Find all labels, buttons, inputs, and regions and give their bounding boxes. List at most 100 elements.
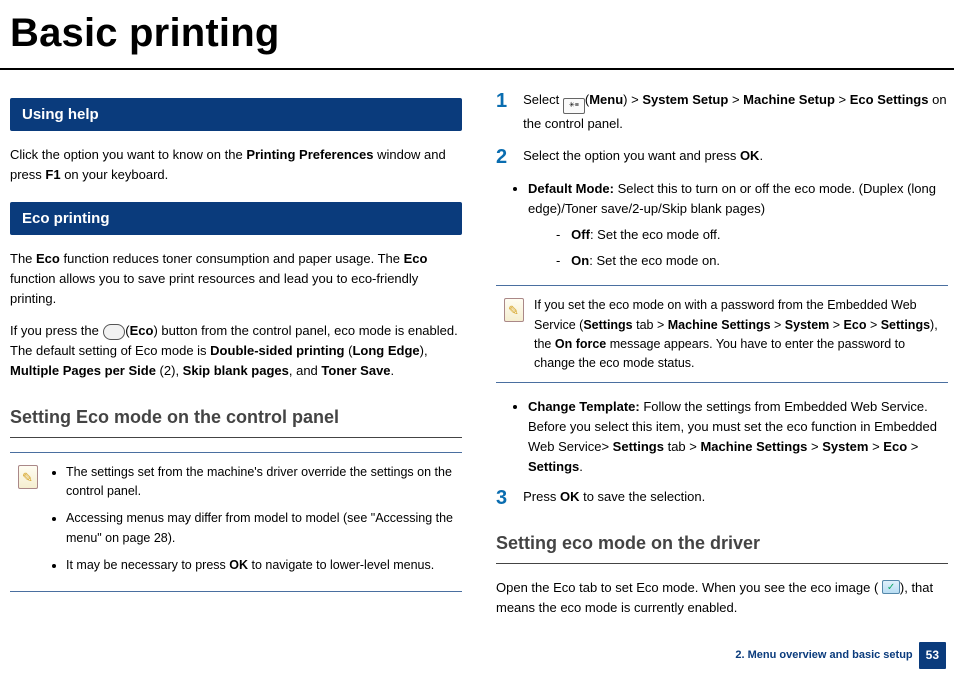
- t: >: [835, 92, 850, 107]
- t: On force: [555, 337, 606, 351]
- t: function reduces toner consumption and p…: [60, 251, 404, 266]
- note-box-2: If you set the eco mode on with a passwo…: [496, 285, 948, 383]
- t: ),: [420, 343, 428, 358]
- left-column: Using help Click the option you want to …: [10, 90, 462, 630]
- eco-button-icon: [103, 324, 126, 340]
- t: : Set the eco mode on.: [589, 253, 720, 268]
- t: Machine Settings: [668, 318, 771, 332]
- t: OK: [229, 558, 248, 572]
- t: >: [771, 318, 785, 332]
- driver-paragraph: Open the Eco tab to set Eco mode. When y…: [496, 578, 948, 618]
- step-1: 1 Select ✳≡(Menu) > System Setup > Machi…: [496, 90, 948, 134]
- t: .: [391, 363, 395, 378]
- t: Open the Eco tab to set Eco mode. When y…: [496, 580, 882, 595]
- t: Default Mode:: [528, 181, 614, 196]
- eco-paragraph-2: If you press the (Eco) button from the c…: [10, 321, 462, 381]
- step-body: Select ✳≡(Menu) > System Setup > Machine…: [523, 90, 948, 134]
- t: Settings: [881, 318, 930, 332]
- sub-options: - Off: Set the eco mode off. - On: Set t…: [528, 225, 948, 271]
- t: Settings: [583, 318, 632, 332]
- t: function allows you to save print resour…: [10, 271, 418, 306]
- eco-printing-heading: Eco printing: [10, 202, 462, 235]
- note-item: Accessing menus may differ from model to…: [66, 509, 454, 548]
- option-change-template: Change Template: Follow the settings fro…: [528, 397, 948, 478]
- option-list-2: Change Template: Follow the settings fro…: [496, 397, 948, 478]
- t: >: [829, 318, 843, 332]
- t: Menu: [589, 92, 623, 107]
- t: tab >: [664, 439, 701, 454]
- t: Double-sided printing: [210, 343, 344, 358]
- t: Press: [523, 489, 560, 504]
- note-content: If you set the eco mode on with a passwo…: [534, 296, 940, 374]
- step-2: 2 Select the option you want and press O…: [496, 146, 948, 167]
- t: Long Edge: [352, 343, 419, 358]
- t: Toner Save: [321, 363, 390, 378]
- t: , and: [289, 363, 322, 378]
- content-columns: Using help Click the option you want to …: [0, 90, 954, 630]
- option-on: - On: Set the eco mode on.: [556, 251, 948, 271]
- t: Settings: [528, 459, 579, 474]
- note-icon: [504, 298, 524, 322]
- using-help-paragraph: Click the option you want to know on the…: [10, 145, 462, 185]
- t: .: [579, 459, 583, 474]
- t: >: [866, 318, 880, 332]
- step-body: Press OK to save the selection.: [523, 487, 948, 507]
- t: On: [571, 253, 589, 268]
- t: The: [10, 251, 36, 266]
- t: It may be necessary to press: [66, 558, 229, 572]
- page-number: 53: [919, 642, 946, 669]
- option-list: Default Mode: Select this to turn on or …: [496, 179, 948, 272]
- t: Skip blank pages: [183, 363, 289, 378]
- t: : Set the eco mode off.: [590, 227, 721, 242]
- t: Eco: [130, 323, 154, 338]
- setting-eco-driver-heading: Setting eco mode on the driver: [496, 530, 948, 564]
- t: Eco: [36, 251, 60, 266]
- t: System: [785, 318, 829, 332]
- note-item: The settings set from the machine's driv…: [66, 463, 454, 502]
- t: >: [868, 439, 883, 454]
- t: .: [759, 148, 763, 163]
- step-body: Select the option you want and press OK.: [523, 146, 948, 166]
- page-title: Basic printing: [0, 0, 954, 70]
- t: System: [822, 439, 868, 454]
- t: >: [907, 439, 918, 454]
- t: to save the selection.: [579, 489, 705, 504]
- option-default-mode: Default Mode: Select this to turn on or …: [528, 179, 948, 272]
- step-number: 2: [496, 147, 507, 167]
- note-content: The settings set from the machine's driv…: [48, 463, 454, 584]
- setting-eco-control-panel-heading: Setting Eco mode on the control panel: [10, 404, 462, 438]
- eco-paragraph-1: The Eco function reduces toner consumpti…: [10, 249, 462, 309]
- t: Machine Setup: [743, 92, 835, 107]
- t: Select the option you want and press: [523, 148, 740, 163]
- t: Multiple Pages per Side: [10, 363, 156, 378]
- t: F1: [45, 167, 60, 182]
- menu-icon: ✳≡: [563, 98, 585, 114]
- t: Eco: [404, 251, 428, 266]
- using-help-heading: Using help: [10, 98, 462, 131]
- t: OK: [740, 148, 760, 163]
- t: tab >: [633, 318, 668, 332]
- t: Machine Settings: [700, 439, 807, 454]
- right-column: 1 Select ✳≡(Menu) > System Setup > Machi…: [496, 90, 948, 630]
- t: to navigate to lower-level menus.: [248, 558, 434, 572]
- t: (2),: [156, 363, 183, 378]
- t: >: [628, 92, 643, 107]
- t: Printing Preferences: [246, 147, 373, 162]
- page-footer: 2. Menu overview and basic setup 53: [735, 642, 946, 669]
- t: Click the option you want to know on the: [10, 147, 246, 162]
- step-3: 3 Press OK to save the selection.: [496, 487, 948, 508]
- t: OK: [560, 489, 580, 504]
- step-number: 1: [496, 91, 507, 111]
- t: If you press the: [10, 323, 103, 338]
- option-off: - Off: Set the eco mode off.: [556, 225, 948, 245]
- t: Eco: [844, 318, 867, 332]
- note-box-1: The settings set from the machine's driv…: [10, 452, 462, 593]
- t: Select: [523, 92, 563, 107]
- t: Settings: [613, 439, 664, 454]
- t: Off: [571, 227, 590, 242]
- t: on your keyboard.: [61, 167, 169, 182]
- step-number: 3: [496, 488, 507, 508]
- eco-badge-icon: [882, 580, 900, 594]
- t: >: [728, 92, 743, 107]
- t: Eco: [883, 439, 907, 454]
